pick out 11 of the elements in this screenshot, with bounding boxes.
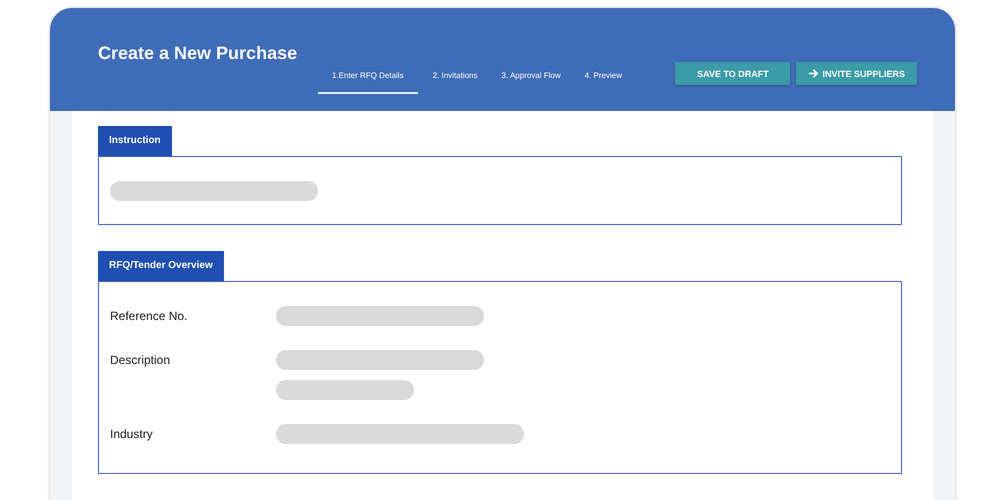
arrow-icon bbox=[808, 69, 820, 78]
field-label: Description bbox=[110, 352, 172, 369]
page-title: Create a New Purchase bbox=[98, 42, 298, 65]
step-tab[interactable]: 3. Approval Flow bbox=[492, 65, 570, 94]
step-tab[interactable]: 4. Preview bbox=[576, 65, 631, 94]
field-label: Reference No. bbox=[110, 308, 188, 325]
field-label: Industry bbox=[110, 426, 154, 443]
save-button[interactable]: SAVE TO DRAFT bbox=[675, 62, 790, 85]
step-tab[interactable]: 2. Invitations bbox=[424, 65, 486, 94]
invite-button[interactable]: INVITE SUPPLIERS bbox=[796, 62, 917, 85]
step-tab[interactable]: 1.Enter RFQ Details bbox=[318, 65, 418, 94]
